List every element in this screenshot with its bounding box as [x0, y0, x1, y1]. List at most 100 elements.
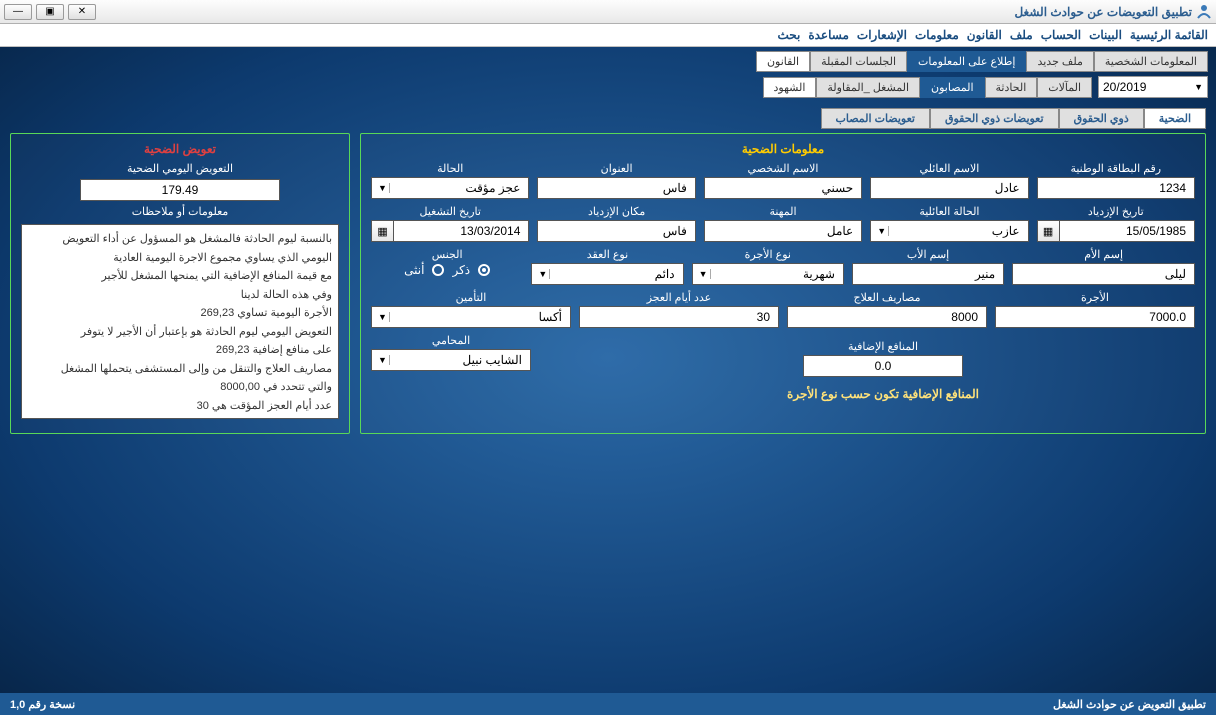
app-icon: [1196, 4, 1212, 20]
footer-left: نسخة رقم 1,0: [10, 698, 75, 711]
label-wage: الأجرة: [995, 291, 1195, 304]
label-disabdays: عدد أيام العجز: [579, 291, 779, 304]
label-sex: الجنس: [371, 248, 523, 261]
menu-data[interactable]: البينات: [1089, 28, 1122, 42]
tab-new-file[interactable]: ملف جديد: [1026, 51, 1093, 72]
comp-panel-title: تعويض الضحية: [21, 142, 339, 156]
label-extraben: المنافع الإضافية: [848, 340, 918, 353]
label-birthdate: تاريخ الإزدياد: [1037, 205, 1195, 218]
label-contracttype: نوع العقد: [531, 248, 683, 261]
footer-right: تطبيق التعويض عن حوادث الشغل: [1053, 698, 1206, 711]
label-marital: الحالة العائلية: [870, 205, 1028, 218]
job-field[interactable]: عامل: [704, 220, 862, 242]
subtab-incident[interactable]: الحادثة: [985, 77, 1038, 98]
inner-tab-beneficiaries[interactable]: ذوي الحقوق: [1059, 108, 1144, 129]
tab-view-info[interactable]: إطلاع على المعلومات: [907, 51, 1026, 72]
daily-comp-label: التعويض اليومي الضحية: [21, 162, 339, 175]
birthplace-field[interactable]: فاس: [537, 220, 695, 242]
chevron-down-icon: ▼: [536, 269, 550, 279]
calendar-icon[interactable]: ▦: [371, 220, 393, 242]
father-field[interactable]: منير: [852, 263, 1004, 285]
extra-benefit-note: المنافع الإضافية تكون حسب نوع الأجرة: [787, 387, 979, 401]
radio-female[interactable]: [432, 264, 444, 276]
marital-select[interactable]: عازب▼: [870, 220, 1028, 242]
menu-help[interactable]: مساعدة: [808, 28, 849, 42]
tab-upcoming[interactable]: الجلسات المقبلة: [810, 51, 907, 72]
calendar-icon[interactable]: ▦: [1037, 220, 1059, 242]
window-title: تطبيق التعويضات عن حوادث الشغل: [96, 5, 1192, 19]
main-tabs: المعلومات الشخصية ملف جديد إطلاع على الم…: [0, 51, 1216, 72]
inner-tab-beneficiary-comp[interactable]: تعويضات ذوي الحقوق: [930, 108, 1059, 129]
tab-personal-info[interactable]: المعلومات الشخصية: [1094, 51, 1208, 72]
daily-comp-field[interactable]: 179.49: [80, 179, 280, 201]
notes-area[interactable]: بالنسبة ليوم الحادثة فالمشغل هو المسؤول …: [21, 224, 339, 419]
disabdays-field[interactable]: 30: [579, 306, 779, 328]
victim-panel-title: معلومات الضحية: [371, 142, 1195, 156]
subtab-outcomes[interactable]: المآلات: [1037, 77, 1092, 98]
label-firstname: الاسم الشخصي: [704, 162, 862, 175]
hiredate-field[interactable]: 13/03/2014 ▦: [371, 220, 529, 242]
status-select[interactable]: عجز مؤقت▼: [371, 177, 529, 199]
label-famname: الاسم العائلي: [870, 162, 1028, 175]
close-button[interactable]: ✕: [68, 4, 96, 20]
subtab-victims[interactable]: المصابون: [920, 77, 984, 98]
mother-field[interactable]: ليلى: [1012, 263, 1195, 285]
label-status: الحالة: [371, 162, 529, 175]
menu-law[interactable]: القانون: [967, 28, 1002, 42]
wage-field[interactable]: 7000.0: [995, 306, 1195, 328]
inner-tabs: الضحية ذوي الحقوق تعويضات ذوي الحقوق تعو…: [10, 108, 1206, 129]
menu-main[interactable]: القائمة الرئيسية: [1130, 28, 1208, 42]
subtab-witnesses[interactable]: الشهود: [763, 77, 817, 98]
label-job: المهنة: [704, 205, 862, 218]
menu-info[interactable]: معلومات: [915, 28, 959, 42]
label-birthplace: مكان الإزدياد: [537, 205, 695, 218]
radio-male[interactable]: [478, 264, 490, 276]
label-hiredate: تاريخ التشغيل: [371, 205, 529, 218]
chevron-down-icon: ▼: [875, 226, 889, 236]
inner-tab-victim-comp[interactable]: تعويضات المصاب: [821, 108, 930, 129]
case-number-value: 20/2019: [1103, 80, 1146, 94]
menu-account[interactable]: الحساب: [1041, 28, 1081, 42]
label-cin: رقم البطاقة الوطنية: [1037, 162, 1195, 175]
label-lawyer: المحامي: [371, 334, 531, 347]
firstname-field[interactable]: حسني: [704, 177, 862, 199]
sub-tabs-row: 20/2019 ▼ المآلات الحادثة المصابون المشغ…: [0, 72, 1216, 102]
chevron-down-icon: ▼: [376, 355, 390, 365]
label-mother: إسم الأم: [1012, 248, 1195, 261]
extraben-field[interactable]: 0.0: [803, 355, 963, 377]
label-wagetype: نوع الأجرة: [692, 248, 844, 261]
menu-notifications[interactable]: الإشعارات: [857, 28, 907, 42]
inner-tab-victim[interactable]: الضحية: [1144, 108, 1206, 129]
chevron-down-icon: ▼: [1194, 82, 1203, 92]
famname-field[interactable]: عادل: [870, 177, 1028, 199]
medexp-field[interactable]: 8000: [787, 306, 987, 328]
minimize-button[interactable]: —: [4, 4, 32, 20]
cin-field[interactable]: 1234: [1037, 177, 1195, 199]
menu-file[interactable]: ملف: [1010, 28, 1033, 42]
subtab-employer[interactable]: المشغل _المقاولة: [816, 77, 920, 98]
birthdate-field[interactable]: 15/05/1985 ▦: [1037, 220, 1195, 242]
menu-search[interactable]: بحث: [777, 28, 800, 42]
tab-law[interactable]: القانون: [756, 51, 810, 72]
victim-info-panel: معلومات الضحية رقم البطاقة الوطنية 1234 …: [360, 133, 1206, 434]
insurance-select[interactable]: أكسا▼: [371, 306, 571, 328]
chevron-down-icon: ▼: [376, 183, 390, 193]
sex-radio-group[interactable]: ذكر أنثى: [371, 263, 523, 277]
status-bar: تطبيق التعويض عن حوادث الشغل نسخة رقم 1,…: [0, 693, 1216, 715]
address-field[interactable]: فاس: [537, 177, 695, 199]
maximize-button[interactable]: ▣: [36, 4, 64, 20]
chevron-down-icon: ▼: [697, 269, 711, 279]
wagetype-select[interactable]: شهرية▼: [692, 263, 844, 285]
contracttype-select[interactable]: دائم▼: [531, 263, 683, 285]
menu-bar: القائمة الرئيسية البينات الحساب ملف القا…: [0, 24, 1216, 47]
compensation-panel: تعويض الضحية التعويض اليومي الضحية 179.4…: [10, 133, 350, 434]
case-number-select[interactable]: 20/2019 ▼: [1098, 76, 1208, 98]
content-area: الضحية ذوي الحقوق تعويضات ذوي الحقوق تعو…: [0, 102, 1216, 693]
label-father: إسم الأب: [852, 248, 1004, 261]
title-bar: تطبيق التعويضات عن حوادث الشغل — ▣ ✕: [0, 0, 1216, 24]
label-medexp: مصاريف العلاج: [787, 291, 987, 304]
chevron-down-icon: ▼: [376, 312, 390, 322]
label-insurance: التأمين: [371, 291, 571, 304]
window-buttons: — ▣ ✕: [4, 4, 96, 20]
lawyer-select[interactable]: الشايب نبيل▼: [371, 349, 531, 371]
